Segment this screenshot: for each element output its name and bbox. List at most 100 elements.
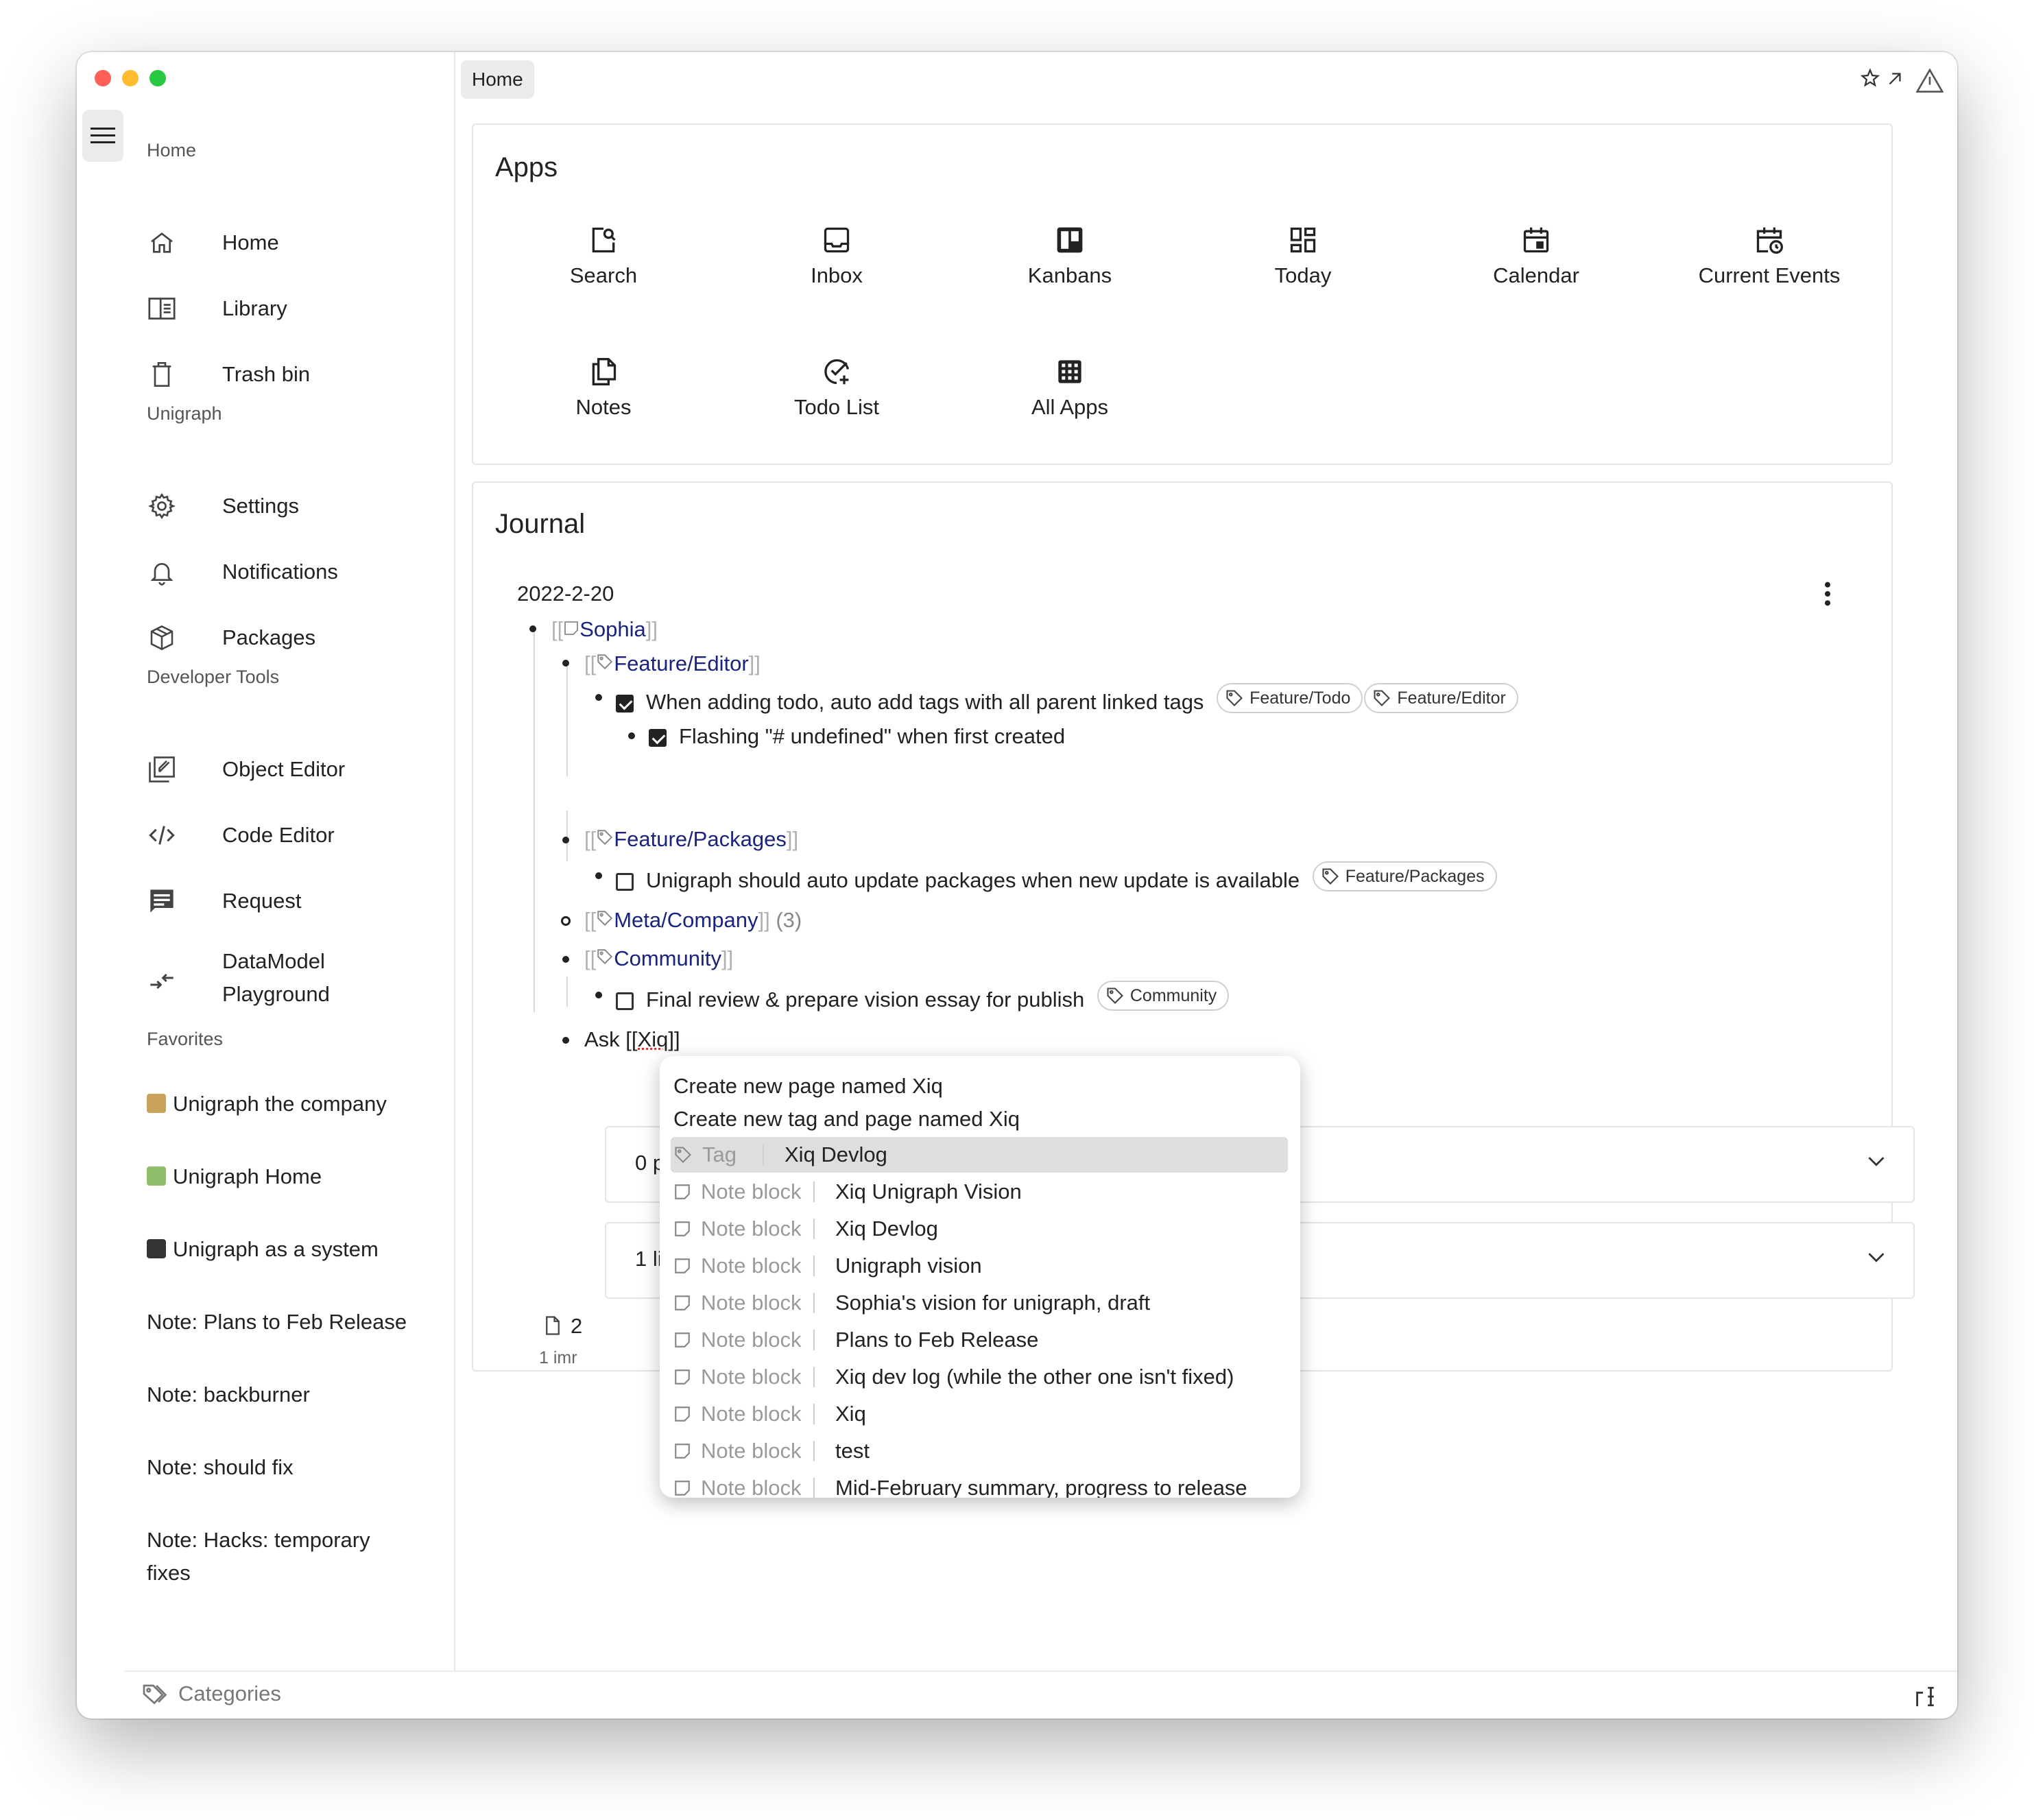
favorite-item[interactable]: Note: should fix	[147, 1451, 294, 1484]
tag-icon	[1107, 987, 1123, 1004]
menu-toggle-button[interactable]	[82, 110, 123, 162]
text-cursor-icon[interactable]	[1913, 1684, 1937, 1709]
create-tag-option[interactable]: Create new tag and page named Xiq	[673, 1107, 1020, 1131]
sidebar-item-label: Library	[222, 296, 287, 320]
todo-checkbox[interactable]	[616, 992, 634, 1010]
note-block-icon	[675, 1295, 690, 1310]
sidebar-item-notifications[interactable]: Notifications	[145, 544, 338, 599]
sidebar-item-code-editor[interactable]: Code Editor	[145, 808, 335, 863]
app-inbox[interactable]: Inbox	[734, 222, 940, 288]
tag-link[interactable]: Community	[614, 946, 721, 970]
note-block-icon	[675, 1184, 690, 1199]
more-vertical-icon[interactable]	[1823, 580, 1832, 608]
journal-line-feature-editor: [[Feature/Editor]]	[584, 651, 761, 675]
sidebar-item-settings[interactable]: Settings	[145, 479, 299, 534]
favorite-item[interactable]: Note: Plans to Feb Release	[147, 1306, 407, 1339]
favorite-item[interactable]: Note: backburner	[147, 1378, 310, 1411]
star-add-icon[interactable]	[1858, 67, 1882, 91]
bullet[interactable]	[562, 837, 569, 843]
bullet[interactable]	[595, 694, 602, 701]
tag-icon	[1374, 690, 1391, 706]
app-search[interactable]: Search	[501, 222, 706, 288]
favorite-item-line2[interactable]: fixes	[147, 1557, 191, 1590]
tab-home[interactable]: Home	[461, 60, 534, 99]
calendar-clock-icon	[1756, 227, 1783, 254]
suggestion-row[interactable]: Note block Plans to Feb Release	[671, 1322, 1288, 1358]
categories-button[interactable]: Categories	[141, 1681, 281, 1706]
tag-chip[interactable]: Community	[1097, 981, 1230, 1011]
sidebar-item-packages[interactable]: Packages	[145, 610, 315, 665]
todo-checkbox[interactable]	[616, 695, 634, 713]
suggestion-row[interactable]: Note block Xiq	[671, 1396, 1288, 1432]
chevron-down-icon[interactable]	[1867, 1251, 1886, 1265]
journal-line-community: [[Community]]	[584, 946, 734, 970]
favorite-item[interactable]: Note: Hacks: temporary	[147, 1524, 370, 1557]
bullet[interactable]	[529, 625, 536, 632]
sidebar-item-request[interactable]: Request	[145, 874, 301, 929]
sidebar-item-label: Home	[222, 230, 279, 254]
note-block-icon	[675, 1332, 690, 1348]
todo-checkbox[interactable]	[616, 873, 634, 891]
footer-bar: Categories	[125, 1671, 1957, 1719]
suggestion-row[interactable]: Note block Xiq dev log (while the other o…	[671, 1359, 1288, 1395]
app-all-apps[interactable]: All Apps	[967, 354, 1173, 420]
todo-checkbox[interactable]	[649, 729, 667, 747]
bullet[interactable]	[628, 732, 635, 739]
compare-arrows-icon	[150, 973, 174, 990]
app-todo-list[interactable]: Todo List	[734, 354, 940, 420]
suggestion-row[interactable]: Tag Xiq Devlog	[671, 1137, 1288, 1173]
bullet[interactable]	[562, 1037, 569, 1044]
sidebar-item-library[interactable]: Library	[145, 281, 287, 336]
bullet[interactable]	[595, 872, 602, 879]
collapsed-bullet[interactable]	[561, 916, 571, 926]
outline-guide-line	[566, 977, 568, 1007]
suggestion-row[interactable]: Note block Mid-February summary, progress…	[671, 1470, 1288, 1498]
section-label-home: Home	[147, 140, 197, 160]
journal-line-sophia: [[Sophia]]	[551, 617, 658, 641]
app-kanbans[interactable]: Kanbans	[967, 222, 1173, 288]
sidebar-item-datamodel-playground[interactable]: DataModel Playground	[145, 937, 330, 1026]
sidebar-item-label: Packages	[222, 625, 316, 649]
open-external-icon[interactable]	[1885, 69, 1905, 89]
inline-link-draft[interactable]: [[Xiq]]	[625, 1027, 680, 1051]
suggestion-row[interactable]: Note block Unigraph vision	[671, 1248, 1288, 1284]
page-link[interactable]: Sophia	[579, 617, 646, 641]
favorite-item[interactable]: Unigraph Home	[147, 1160, 322, 1193]
page-icon	[546, 1316, 560, 1335]
tag-link[interactable]: Feature/Editor	[614, 651, 748, 675]
tag-link[interactable]: Feature/Packages	[614, 827, 787, 851]
suggestion-row[interactable]: Note block test	[671, 1433, 1288, 1469]
inbox-icon	[824, 227, 850, 253]
app-current-events[interactable]: Current Events	[1666, 222, 1872, 288]
sidebar-item-object-editor[interactable]: Object Editor	[145, 742, 345, 797]
journal-line-meta-company: [[Meta/Company]] (3)	[584, 908, 802, 932]
sidebar-item-label: Code Editor	[222, 823, 335, 847]
create-page-option[interactable]: Create new page named Xiq	[673, 1074, 943, 1099]
suggestion-row[interactable]: Note block Xiq Unigraph Vision	[671, 1174, 1288, 1210]
laptop-icon	[147, 1239, 166, 1258]
app-calendar[interactable]: Calendar	[1433, 222, 1639, 288]
sidebar-item-label-line2: Playground	[222, 982, 330, 1006]
warning-icon[interactable]	[1916, 67, 1943, 93]
chevron-down-icon[interactable]	[1867, 1155, 1886, 1169]
suggestion-row[interactable]: Note block Xiq Devlog	[671, 1211, 1288, 1247]
note-block-icon	[675, 1258, 690, 1273]
favorite-item[interactable]: Unigraph the company	[147, 1088, 387, 1121]
sidebar-item-label: Notifications	[222, 560, 338, 584]
bullet[interactable]	[562, 956, 569, 963]
app-notes[interactable]: Notes	[501, 354, 706, 420]
tag-chip[interactable]: Feature/Editor	[1364, 683, 1518, 713]
sidebar-item-home[interactable]: Home	[145, 215, 279, 270]
suggestion-row[interactable]: Note block Sophia's vision for unigraph, …	[671, 1285, 1288, 1321]
tag-link[interactable]: Meta/Company	[614, 908, 758, 932]
app-today[interactable]: Today	[1200, 222, 1406, 288]
sidebar-item-trash[interactable]: Trash bin	[145, 347, 310, 402]
tag-chip[interactable]: Feature/Todo	[1217, 683, 1363, 713]
bullet[interactable]	[562, 660, 569, 667]
favorite-item[interactable]: Unigraph as a system	[147, 1233, 379, 1266]
bullet[interactable]	[595, 992, 602, 998]
notes-icon	[592, 358, 617, 385]
journal-editing-line[interactable]: Ask [[Xiq]]	[584, 1026, 680, 1053]
journal-todo-1-child: Flashing "# undefined" when first create…	[649, 723, 1065, 750]
tag-chip[interactable]: Feature/Packages	[1312, 861, 1497, 891]
